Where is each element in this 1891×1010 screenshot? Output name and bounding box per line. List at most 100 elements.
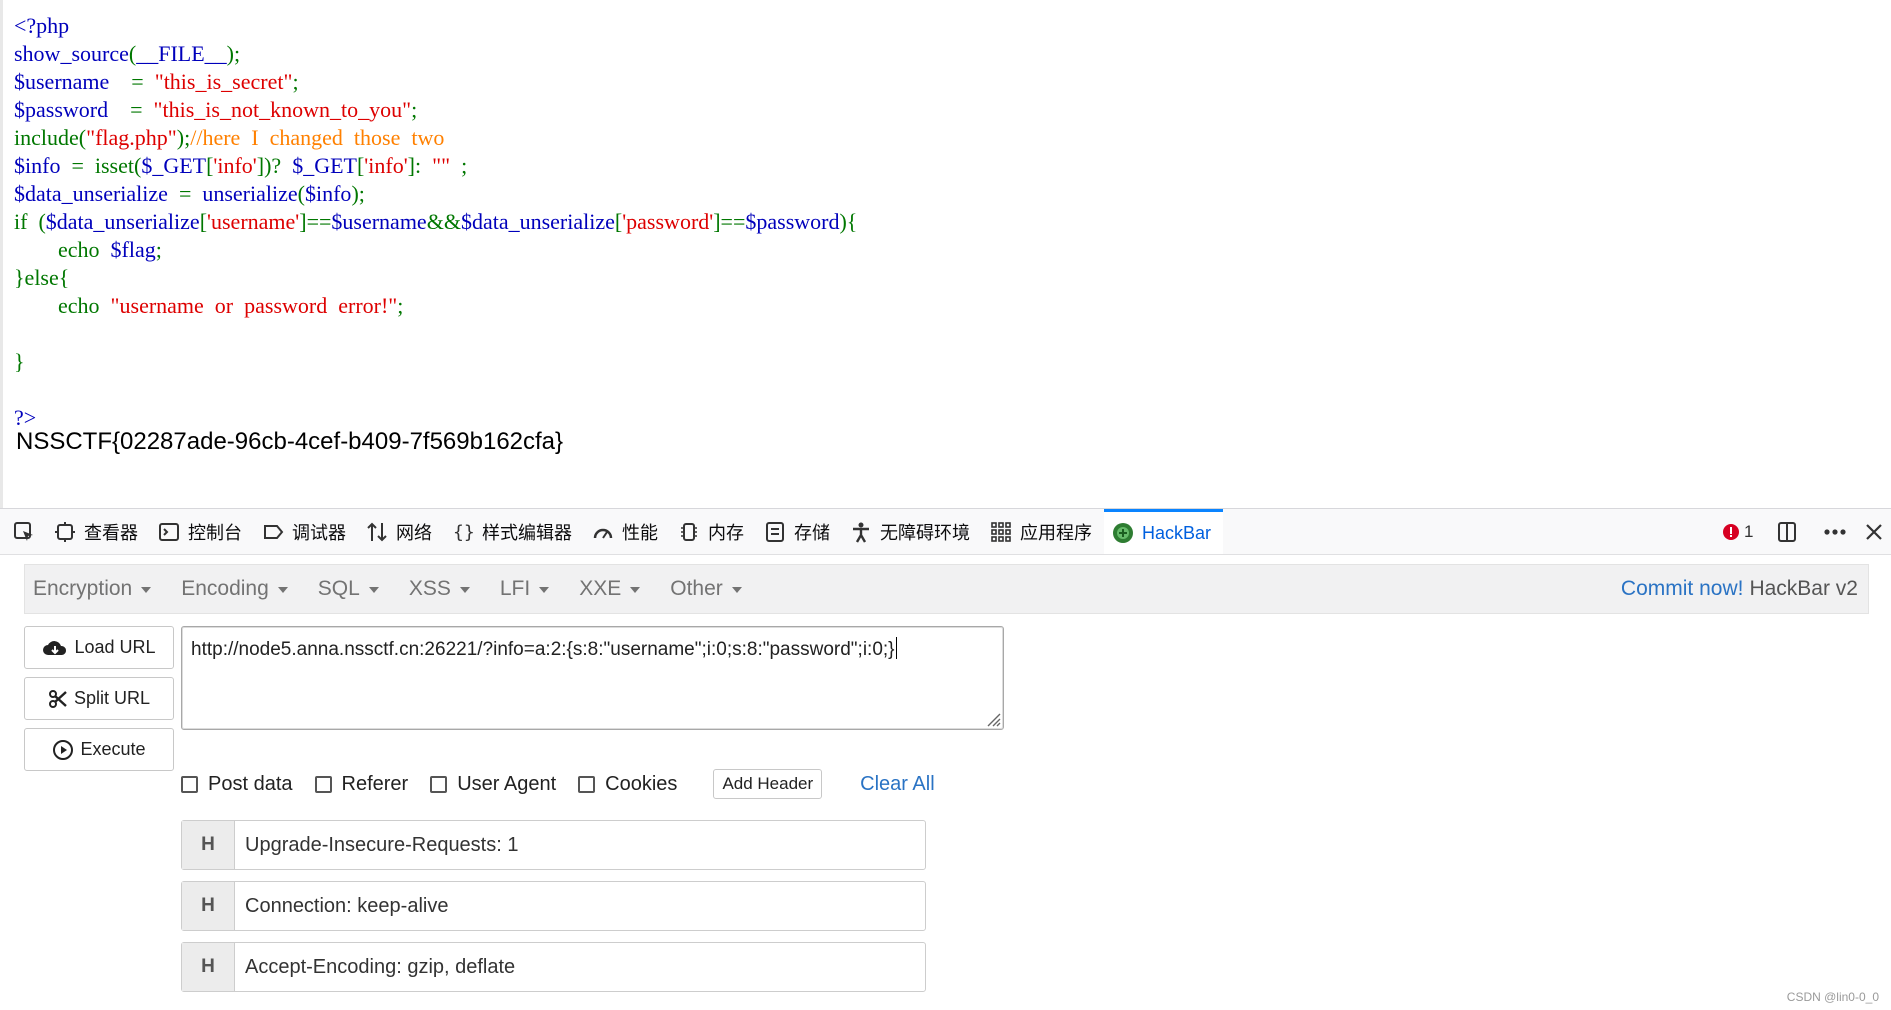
code-token: ]== (299, 209, 332, 234)
header-row[interactable]: H Connection: keep-alive (181, 881, 926, 931)
code-token: if ( (14, 209, 46, 234)
code-token: ); (351, 181, 365, 206)
code-token: include( (14, 125, 87, 150)
header-row[interactable]: H Accept-Encoding: gzip, deflate (181, 942, 926, 992)
clear-all-link[interactable]: Clear All (860, 773, 934, 796)
tab-label: 调试器 (292, 522, 346, 543)
play-icon (53, 739, 74, 760)
code-token: "username or password error!" (110, 293, 398, 318)
code-token: ]== (713, 209, 746, 234)
commit-area: Commit now! HackBar v2 (1621, 565, 1858, 613)
code-line: }else{ (14, 264, 857, 292)
code-token: $flag (110, 237, 156, 262)
menu-encryption[interactable]: Encryption (33, 577, 152, 601)
tab-console[interactable]: 控制台 (150, 509, 254, 554)
code-line: $username = "this_is_secret"; (14, 68, 857, 96)
execute-button[interactable]: Execute (24, 728, 174, 771)
tab-label: 查看器 (84, 522, 138, 543)
code-token: $data_unserialize (45, 209, 200, 234)
code-token: ?> (14, 405, 37, 430)
code-line: echo $flag; (14, 236, 857, 264)
code-token: "this_is_secret" (154, 69, 293, 94)
more-options-button[interactable] (1822, 509, 1848, 554)
menu-other[interactable]: Other (670, 577, 742, 601)
code-token: && (426, 209, 461, 234)
tab-accessibility[interactable]: 无障碍环境 (842, 509, 982, 554)
checkbox[interactable] (181, 775, 198, 793)
element-picker-button[interactable] (0, 509, 46, 554)
menu-sql[interactable]: SQL (318, 577, 379, 601)
tab-application[interactable]: 应用程序 (982, 509, 1104, 554)
tab-label: 无障碍环境 (880, 522, 970, 543)
error-counter[interactable]: 1 (1722, 509, 1753, 554)
tab-label: HackBar (1142, 522, 1212, 543)
code-token: show_source (14, 41, 129, 66)
hackbar-icon (1113, 523, 1133, 543)
tab-label: 性能 (622, 522, 658, 543)
debugger-icon (264, 524, 284, 539)
tab-performance[interactable]: 性能 (584, 509, 670, 554)
tab-style-editor[interactable]: {} 样式编辑器 (444, 509, 584, 554)
split-url-button[interactable]: Split URL (24, 677, 174, 720)
code-token: //here I changed those two (190, 125, 445, 150)
close-icon (1866, 523, 1882, 540)
checkbox[interactable] (430, 775, 448, 793)
code-token: ( (297, 181, 305, 206)
url-textarea[interactable]: http://node5.anna.nssctf.cn:26221/?info=… (181, 626, 1004, 730)
option-label: Cookies (605, 772, 678, 795)
checkbox[interactable] (578, 775, 596, 793)
menu-label: Encryption (33, 577, 133, 600)
hackbar-menu: Encryption Encoding SQL XSS LFI XXE Othe… (24, 564, 1869, 614)
option-label: Post data (208, 772, 293, 795)
tab-memory[interactable]: 内存 (670, 509, 756, 554)
code-token: = (178, 181, 203, 206)
header-value[interactable]: Upgrade-Insecure-Requests: 1 (235, 821, 518, 869)
network-icon (367, 522, 387, 541)
code-token: $_GET (292, 153, 357, 178)
devtools-tabbar: 查看器 控制台 调试器 网络 {} 样式编辑器 性能 内存 存储 无障碍环境 应… (0, 509, 1891, 555)
menu-encoding[interactable]: Encoding (181, 577, 288, 601)
menu-lfi[interactable]: LFI (500, 577, 550, 601)
option-label: Referer (341, 772, 409, 795)
code-token: $_GET (141, 153, 207, 178)
code-line: echo "username or password error!"; (14, 292, 857, 320)
tab-debugger[interactable]: 调试器 (254, 509, 358, 554)
watermark: CSDN @lin0-0_0 (1786, 990, 1879, 1004)
menu-label: Other (670, 577, 723, 600)
header-row[interactable]: H Upgrade-Insecure-Requests: 1 (181, 820, 926, 870)
menu-xxe[interactable]: XXE (579, 577, 641, 601)
caret-down-icon (539, 587, 550, 593)
close-devtools-button[interactable] (1864, 509, 1884, 554)
tab-inspector[interactable]: 查看器 (46, 509, 150, 554)
post-data-checkbox[interactable]: Post data (181, 773, 293, 796)
menu-xss[interactable]: XSS (409, 577, 470, 601)
code-token: ])? (256, 153, 293, 178)
header-value[interactable]: Connection: keep-alive (235, 882, 448, 930)
resize-grip-icon[interactable] (983, 709, 1001, 727)
tab-hackbar[interactable]: HackBar (1104, 509, 1224, 554)
menu-label: XSS (408, 577, 451, 600)
code-token: ){ (839, 209, 858, 234)
code-token: "this_is_not_known_to_you" (153, 97, 412, 122)
caret-down-icon (731, 587, 742, 593)
cloud-download-icon (43, 640, 67, 655)
console-icon (159, 522, 179, 541)
commit-now-link[interactable]: Commit now! (1621, 577, 1744, 601)
header-tag: H (182, 821, 235, 869)
referer-checkbox[interactable]: Referer (314, 772, 409, 796)
dock-toggle-button[interactable] (1775, 509, 1799, 554)
cookies-checkbox[interactable]: Cookies (578, 773, 677, 796)
flag-output: NSSCTF{02287ade-96cb-4cef-b409-7f569b162… (16, 428, 564, 455)
add-header-button[interactable]: Add Header (713, 769, 823, 799)
checkbox[interactable] (314, 775, 332, 793)
tab-label: 存储 (794, 522, 830, 543)
code-line: } (14, 348, 857, 376)
user-agent-checkbox[interactable]: User Agent (430, 773, 556, 796)
header-value[interactable]: Accept-Encoding: gzip, deflate (235, 943, 515, 991)
tab-storage[interactable]: 存储 (756, 509, 842, 554)
code-line: $data_unserialize = unserialize($info); (14, 180, 857, 208)
tab-network[interactable]: 网络 (358, 509, 444, 554)
menu-label: SQL (317, 577, 360, 600)
load-url-button[interactable]: Load URL (24, 626, 174, 669)
